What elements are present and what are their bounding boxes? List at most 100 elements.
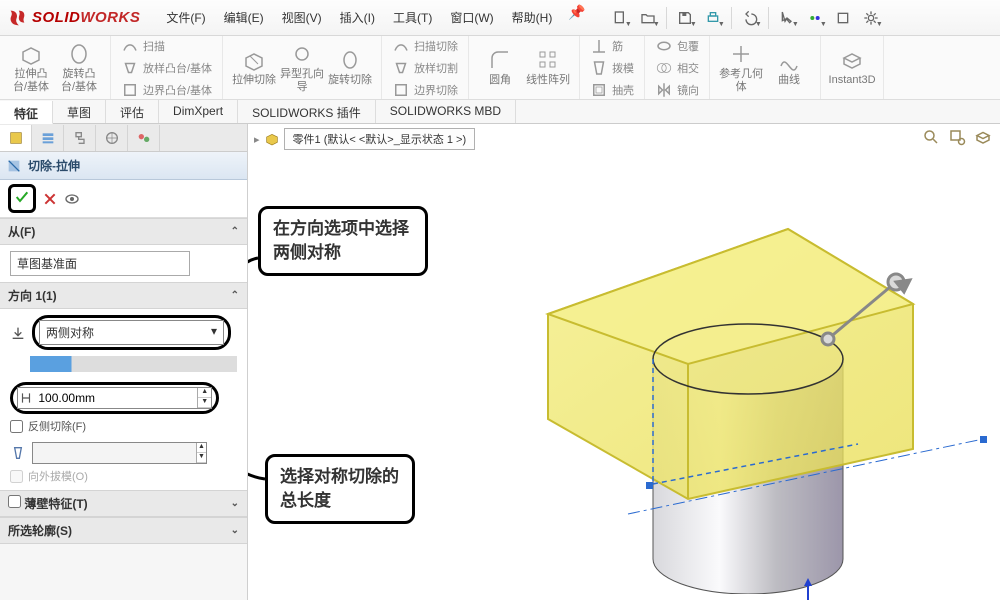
menu-insert[interactable]: 插入(I)	[332, 4, 383, 31]
tab-addins[interactable]: SOLIDWORKS 插件	[238, 100, 376, 123]
tab-feature[interactable]: 特征	[0, 101, 53, 124]
fillet-button[interactable]: 圆角	[477, 48, 523, 86]
thin-feature-checkbox[interactable]	[8, 495, 21, 508]
wrap-button[interactable]: 包覆	[653, 36, 701, 56]
depth-up[interactable]: ▲	[198, 388, 211, 398]
confirm-row	[0, 180, 247, 218]
shell-button[interactable]: 抽壳	[588, 80, 636, 100]
featuremgr-tab[interactable]	[0, 125, 32, 151]
draft-outward-checkbox[interactable]	[10, 470, 23, 483]
sweep-button[interactable]: 扫描	[119, 36, 214, 56]
sweep-cut-button[interactable]: 扫描切除	[390, 36, 460, 56]
ref-geom-button[interactable]: 参考几何体	[718, 42, 764, 92]
revolve-cut-button[interactable]: 旋转切除	[327, 48, 373, 86]
draft-icon[interactable]	[10, 445, 26, 461]
part-icon	[264, 131, 280, 147]
extrude-boss-button[interactable]: 拉伸凸台/基体	[8, 42, 54, 92]
flip-side-checkbox[interactable]	[10, 420, 23, 433]
pin-icon[interactable]: 📌	[568, 4, 585, 31]
ok-check-circled	[8, 184, 36, 213]
annot-length: 选择对称切除的总长度	[265, 454, 415, 524]
selected-contours-header[interactable]: 所选轮廓(S)⌄	[0, 517, 247, 544]
zoom-fit-icon[interactable]	[922, 128, 940, 146]
options-button[interactable]: ▼	[857, 6, 885, 30]
instant3d-button[interactable]: Instant3D	[829, 48, 875, 86]
tab-dimxpert[interactable]: DimXpert	[159, 100, 238, 123]
direction-slider[interactable]	[30, 356, 237, 372]
depth-down[interactable]: ▼	[198, 398, 211, 408]
boundary-button[interactable]: 边界凸台/基体	[119, 80, 214, 100]
draft-button[interactable]: 拨模	[588, 58, 636, 78]
model-preview	[428, 164, 988, 594]
hole-wizard-button[interactable]: 异型孔向导	[279, 42, 325, 92]
end-condition-dropdown[interactable]: 两侧对称▾	[39, 320, 224, 345]
depth-spinner[interactable]: ▲▼	[17, 387, 212, 409]
tab-sketch[interactable]: 草图	[53, 100, 106, 123]
zoom-area-icon[interactable]	[948, 128, 966, 146]
appearance-button[interactable]	[829, 6, 857, 30]
tab-evaluate[interactable]: 评估	[106, 100, 159, 123]
open-button[interactable]: ▼	[634, 6, 662, 30]
depth-spinner-circled: ▲▼	[10, 382, 219, 414]
graphics-viewport[interactable]: ▸ 零件1 (默认< <默认>_显示状态 1 >)	[248, 124, 1000, 600]
app-brand: SOLIDWORKS	[6, 7, 140, 29]
select-button[interactable]: ▼	[773, 6, 801, 30]
endcond-combo-circled: 两侧对称▾	[32, 315, 231, 350]
menu-help[interactable]: 帮助(H)	[504, 4, 561, 31]
loft-cut-button[interactable]: 放样切割	[390, 58, 460, 78]
menu-file[interactable]: 文件(F)	[158, 4, 213, 31]
cancel-button[interactable]	[42, 191, 58, 207]
propertymgr-tab[interactable]	[32, 125, 64, 151]
direction1-header[interactable]: 方向 1(1)⌃	[0, 282, 247, 309]
breadcrumb-part[interactable]: 零件1 (默认< <默认>_显示状态 1 >)	[284, 128, 476, 150]
preview-toggle[interactable]	[64, 191, 80, 207]
viewport-tools	[922, 128, 992, 146]
reverse-direction-icon[interactable]	[10, 325, 26, 341]
cut-extrude-icon	[6, 158, 22, 174]
brand-text: SOLIDWORKS	[32, 9, 140, 26]
dimxpertmgr-tab[interactable]	[96, 125, 128, 151]
annot-symmetric: 在方向选项中选择两侧对称	[258, 206, 428, 276]
save-button[interactable]: ▼	[671, 6, 699, 30]
draft-angle-spinner[interactable]: ▲▼	[32, 442, 207, 464]
view-orient-icon[interactable]	[974, 128, 992, 146]
depth-input[interactable]	[34, 388, 197, 408]
menu-tools[interactable]: 工具(T)	[385, 4, 440, 31]
feature-title: 切除-拉伸	[0, 152, 247, 180]
undo-button[interactable]: ▼	[736, 6, 764, 30]
boundary-cut-button[interactable]: 边界切除	[390, 80, 460, 100]
curves-button[interactable]: 曲线	[766, 48, 812, 86]
menu-window[interactable]: 窗口(W)	[442, 4, 501, 31]
rebuild-button[interactable]: ▼	[801, 6, 829, 30]
revolve-boss-button[interactable]: 旋转凸台/基体	[56, 42, 102, 92]
new-button[interactable]: ▼	[606, 6, 634, 30]
draft-angle-input[interactable]	[33, 443, 196, 463]
menu-edit[interactable]: 编辑(E)	[216, 4, 272, 31]
extrude-cut-button[interactable]: 拉伸切除	[231, 48, 277, 86]
displaymgr-tab[interactable]	[128, 125, 160, 151]
ok-button[interactable]	[14, 189, 30, 205]
from-header[interactable]: 从(F)⌃	[0, 218, 247, 245]
origin-triad-icon	[788, 574, 848, 600]
quick-access-toolbar: ▼ ▼ ▼ ▼ ▼ ▼ ▼ ▼	[606, 6, 885, 30]
menu-view[interactable]: 视图(V)	[274, 4, 330, 31]
linear-pattern-button[interactable]: 线性阵列	[525, 48, 571, 86]
configmgr-tab[interactable]	[64, 125, 96, 151]
thin-feature-header[interactable]: 薄壁特征(T)⌄	[0, 490, 247, 517]
title-bar: SOLIDWORKS 文件(F) 编辑(E) 视图(V) 插入(I) 工具(T)…	[0, 0, 1000, 36]
breadcrumb: ▸ 零件1 (默认< <默认>_显示状态 1 >)	[254, 128, 475, 150]
manager-tabs	[0, 124, 247, 152]
rib-button[interactable]: 筋	[588, 36, 636, 56]
intersect-button[interactable]: 相交	[653, 58, 701, 78]
command-ribbon: 拉伸凸台/基体 旋转凸台/基体 扫描 放样凸台/基体 边界凸台/基体 拉伸切除 …	[0, 36, 1000, 100]
from-plane-combo[interactable]: 草图基准面	[10, 251, 190, 276]
depth-icon	[18, 391, 34, 405]
menu-bar: 文件(F) 编辑(E) 视图(V) 插入(I) 工具(T) 窗口(W) 帮助(H…	[158, 4, 585, 31]
print-button[interactable]: ▼	[699, 6, 727, 30]
loft-button[interactable]: 放样凸台/基体	[119, 58, 214, 78]
command-tab-bar: 特征 草图 评估 DimXpert SOLIDWORKS 插件 SOLIDWOR…	[0, 100, 1000, 124]
property-manager: 切除-拉伸 从(F)⌃ 草图基准面 方向 1(1)⌃ 两侧对称▾	[0, 124, 248, 600]
solidworks-logo-icon	[6, 7, 28, 29]
mirror-button[interactable]: 镜向	[653, 80, 701, 100]
tab-mbd[interactable]: SOLIDWORKS MBD	[376, 100, 516, 123]
